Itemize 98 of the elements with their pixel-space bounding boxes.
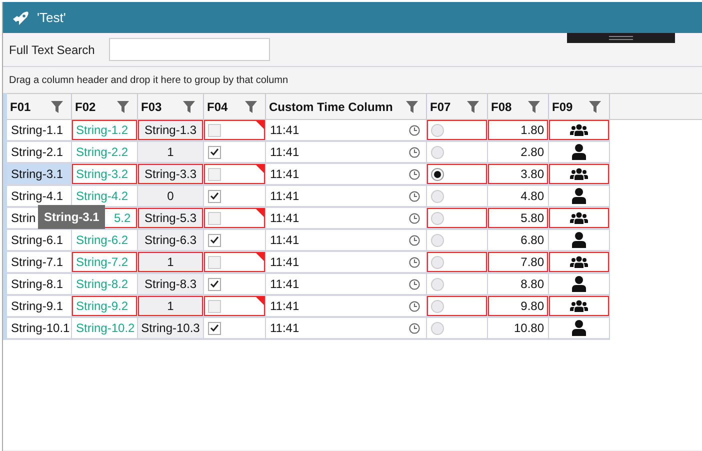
- people-icon: [570, 124, 588, 136]
- table-cell: String-1.2: [72, 120, 138, 142]
- table-cell: 11:41: [270, 145, 300, 159]
- checkbox[interactable]: [208, 146, 221, 158]
- table-cell: String-6.3: [138, 230, 204, 252]
- checkbox[interactable]: [208, 322, 221, 334]
- people-icon: [570, 256, 588, 268]
- table-cell: 11:41: [270, 167, 300, 181]
- person-icon: [572, 144, 586, 160]
- checkbox[interactable]: [208, 212, 221, 224]
- rocket-icon: [13, 10, 29, 24]
- column-header[interactable]: F07: [427, 94, 488, 119]
- table-cell: String-3.3: [138, 164, 204, 186]
- radio-button[interactable]: [431, 190, 444, 202]
- column-header[interactable]: F09: [549, 94, 610, 119]
- column-header[interactable]: F01: [7, 94, 72, 119]
- clock-icon: [409, 168, 420, 180]
- table-cell: 11:41: [270, 211, 300, 225]
- table-cell: 9.80: [488, 296, 549, 318]
- filter-icon[interactable]: [117, 100, 129, 112]
- table-cell: String-10.1: [7, 318, 72, 340]
- search-label: Full Text Search: [9, 42, 95, 56]
- radio-button[interactable]: [431, 146, 444, 158]
- table-cell: String-8.3: [138, 274, 204, 296]
- table-cell: 1: [138, 142, 204, 164]
- radio-button[interactable]: [431, 256, 444, 268]
- column-header[interactable]: Custom Time Column: [266, 94, 427, 119]
- table-cell: 11:41: [270, 123, 300, 137]
- table-cell: 11:41: [270, 321, 300, 335]
- people-icon: [570, 168, 588, 180]
- table-cell: String-9.1: [7, 296, 72, 318]
- checkbox[interactable]: [208, 278, 221, 290]
- filter-icon[interactable]: [406, 100, 418, 112]
- table-cell: 1.80: [488, 120, 549, 142]
- drag-handle[interactable]: [567, 33, 675, 43]
- table-cell: 11:41: [270, 189, 300, 203]
- checkbox[interactable]: [208, 168, 221, 180]
- group-panel-hint: Drag a column header and drop it here to group by that column: [9, 74, 288, 86]
- table-cell: String-7.1: [7, 252, 72, 274]
- clock-icon: [409, 212, 420, 224]
- search-field[interactable]: [108, 38, 270, 61]
- filter-icon[interactable]: [589, 100, 601, 112]
- table-cell: 1: [138, 296, 204, 318]
- table-cell: String-9.2: [72, 296, 138, 318]
- clock-icon: [409, 322, 420, 334]
- table-cell: 11:41: [270, 277, 300, 291]
- table-cell: String-3.2: [72, 164, 138, 186]
- radio-button[interactable]: [431, 168, 444, 180]
- table-cell: String-3.1: [7, 164, 72, 186]
- radio-button[interactable]: [431, 234, 444, 246]
- checkbox[interactable]: [208, 124, 221, 136]
- filter-icon[interactable]: [528, 100, 540, 112]
- checkbox[interactable]: [208, 300, 221, 312]
- table-cell: 0: [138, 186, 204, 208]
- clock-icon: [409, 278, 420, 290]
- table-cell: 11:41: [270, 233, 300, 247]
- column-header[interactable]: F03: [138, 94, 204, 119]
- person-icon: [572, 276, 586, 292]
- table-cell: String-1.1: [7, 120, 72, 142]
- filter-icon[interactable]: [245, 100, 257, 112]
- window-title: 'Test': [37, 10, 66, 25]
- radio-button[interactable]: [431, 322, 444, 334]
- clock-icon: [409, 190, 420, 202]
- clock-icon: [409, 124, 420, 136]
- table-cell: 11:41: [270, 299, 300, 313]
- person-icon: [572, 232, 586, 248]
- table-cell: 1: [138, 252, 204, 274]
- filter-icon[interactable]: [467, 100, 479, 112]
- person-icon: [572, 320, 586, 336]
- clock-icon: [409, 234, 420, 246]
- people-icon: [570, 300, 588, 312]
- table-cell: String-1.3: [138, 120, 204, 142]
- table-cell: 11:41: [270, 255, 300, 269]
- radio-button[interactable]: [431, 212, 444, 224]
- clock-icon: [409, 146, 420, 158]
- table-cell: String-10.3: [138, 318, 204, 340]
- table-cell: 5.80: [488, 208, 549, 230]
- checkbox[interactable]: [208, 190, 221, 202]
- radio-button[interactable]: [431, 278, 444, 290]
- clock-icon: [409, 256, 420, 268]
- tooltip: String-3.1: [38, 205, 106, 229]
- table-cell: 3.80: [488, 164, 549, 186]
- table-cell: String-7.2: [72, 252, 138, 274]
- column-header[interactable]: F08: [488, 94, 549, 119]
- table-cell: String-5.3: [138, 208, 204, 230]
- table-cell: 7.80: [488, 252, 549, 274]
- checkbox[interactable]: [208, 234, 221, 246]
- column-header[interactable]: F02: [72, 94, 138, 119]
- people-icon: [570, 212, 588, 224]
- clock-icon: [409, 300, 420, 312]
- filter-icon[interactable]: [183, 100, 195, 112]
- radio-button[interactable]: [431, 300, 444, 312]
- checkbox[interactable]: [208, 256, 221, 268]
- person-icon: [572, 188, 586, 204]
- filter-icon[interactable]: [51, 100, 63, 112]
- radio-button[interactable]: [431, 124, 444, 136]
- column-header[interactable]: F04: [204, 94, 266, 119]
- table-cell: String-8.1: [7, 274, 72, 296]
